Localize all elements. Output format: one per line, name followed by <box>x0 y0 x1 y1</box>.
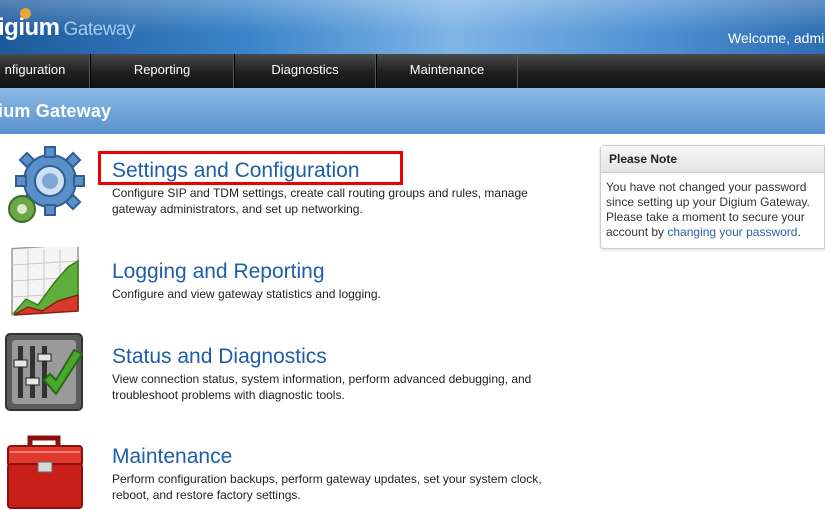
nav-label: Maintenance <box>409 62 485 77</box>
nav-item-maintenance[interactable]: Maintenance <box>376 54 518 88</box>
nav-label: nfiguration <box>4 62 66 77</box>
highlight-box <box>98 151 403 185</box>
nav-label: Reporting <box>133 62 191 77</box>
nav-item-reporting[interactable]: Reporting <box>90 54 234 88</box>
top-header: igium Gateway Welcome, admi <box>0 0 825 54</box>
nav-item-diagnostics[interactable]: Diagnostics <box>234 54 376 88</box>
section-title-status[interactable]: Status and Diagnostics <box>112 345 327 369</box>
chart-icon[interactable] <box>8 247 90 323</box>
note-title: Please Note <box>601 146 824 173</box>
note-panel: Please Note You have not changed your pa… <box>600 145 825 249</box>
logo-dot-icon <box>20 8 31 19</box>
section-desc-maintenance: Perform configuration backups, perform g… <box>112 472 542 502</box>
section-desc-status: View connection status, system informati… <box>112 372 532 402</box>
nav-label: Diagnostics <box>271 62 339 77</box>
page-title: ium Gateway <box>0 101 112 121</box>
digium-logo[interactable]: igium Gateway <box>0 8 136 42</box>
page-banner: ium Gateway <box>0 88 825 134</box>
note-end: . <box>797 225 801 239</box>
logo-text: igium <box>0 14 60 41</box>
section-title-logging[interactable]: Logging and Reporting <box>112 260 325 284</box>
section-desc-settings: Configure SIP and TDM settings, create c… <box>112 186 528 216</box>
section-title-maintenance[interactable]: Maintenance <box>112 445 232 469</box>
gears-icon[interactable] <box>4 143 90 229</box>
nav-item-configuration[interactable]: nfiguration <box>0 54 90 88</box>
diagnostics-icon[interactable] <box>4 330 88 414</box>
note-body: You have not changed your password since… <box>601 173 824 240</box>
section-desc-logging: Configure and view gateway statistics an… <box>112 287 381 301</box>
welcome-text: Welcome, admi <box>728 30 825 46</box>
main-nav: nfiguration Reporting Diagnostics Mainte… <box>0 54 825 88</box>
change-password-link[interactable]: changing your password <box>667 225 797 239</box>
logo-sub: Gateway <box>63 19 136 40</box>
toolbox-icon[interactable] <box>4 432 88 510</box>
